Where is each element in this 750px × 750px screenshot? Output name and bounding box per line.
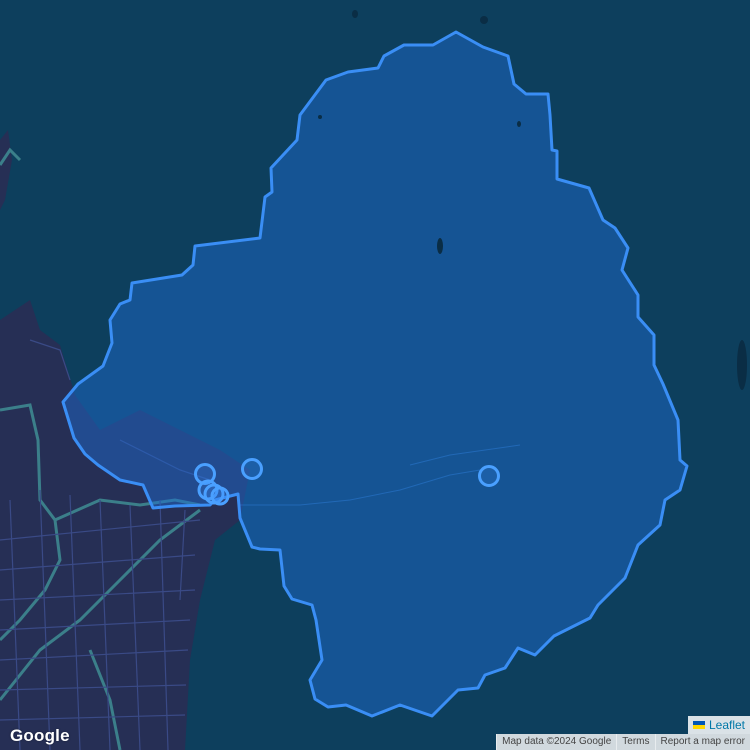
map-data-text: Map data ©2024 Google	[496, 734, 617, 750]
report-map-error-link[interactable]: Report a map error	[654, 734, 750, 750]
marker-circle[interactable]	[241, 458, 263, 480]
google-logo: Google	[10, 726, 70, 745]
terms-link[interactable]: Terms	[616, 734, 655, 750]
marker-cluster-circle[interactable]	[210, 486, 230, 506]
ukraine-flag-icon	[692, 721, 705, 729]
leaflet-attribution[interactable]: Leaflet	[687, 716, 750, 734]
map-canvas[interactable]	[0, 0, 750, 750]
google-attribution-bar: Map data ©2024 Google Terms Report a map…	[496, 734, 750, 750]
leaflet-link[interactable]: Leaflet	[709, 717, 745, 733]
marker-circle[interactable]	[478, 465, 500, 487]
